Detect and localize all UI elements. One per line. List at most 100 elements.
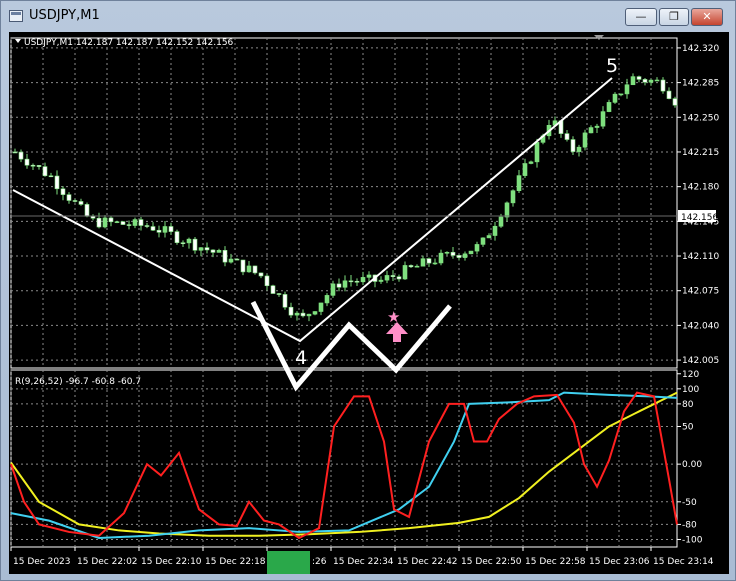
time-tick-label: 15 Dec 22:10 [141,557,202,567]
candle-body [444,251,450,254]
wave-label-4: 4 [295,347,307,369]
price-tick-label: 142.040 [682,321,719,331]
price-chart[interactable]: ★ 4 5 USDJPY,M1 142.187 142.187 142.152 … [9,32,729,574]
candle-body [234,258,240,261]
candle-body [150,226,156,231]
candle-body [624,84,630,95]
candle-body [180,242,186,244]
price-tick-label: 142.180 [682,183,719,193]
candle-body [168,226,174,232]
candle-body [456,255,462,258]
price-tick-label: 142.250 [682,113,719,123]
candle-body [570,139,576,152]
candle-body [666,90,672,99]
candle-body [246,265,252,273]
time-tick-label: 15 Dec 23:14 [653,557,714,567]
candle-body [576,146,582,152]
candle-body [342,280,348,288]
time-selection-highlight [267,551,310,574]
candle-body [240,259,246,273]
price-tick-label: 142.285 [682,79,719,89]
w-pattern-line [250,300,452,392]
candle-body [306,313,312,317]
candle-body [72,200,78,202]
terminal-window: USDJPY,M1 — ❐ ✕ ★ 4 5 USDJPY,M1 142.187 … [0,0,736,581]
candle-body [636,76,642,80]
maximize-button[interactable]: ❐ [659,8,689,26]
candle-body [60,188,66,195]
candle-body [522,163,528,176]
symbol-info-label: USDJPY,M1 142.187 142.187 142.152 142.15… [24,38,234,48]
candle-body [510,190,516,204]
candle-body [426,258,432,264]
price-axis[interactable]: 142.320 142.285 142.250 142.215 142.180 142.1… [677,44,719,366]
candle-body [378,279,384,282]
candle-body [588,127,594,134]
candle-body [450,251,456,256]
candle-body [90,216,96,219]
time-axis[interactable]: 15 Dec 2023 15 Dec 22:02 15 Dec 22:10 15 De… [10,547,714,567]
candle-body [78,201,84,205]
candle-body [582,132,588,148]
indicator-line-mid [10,391,678,539]
candle-body [258,272,264,277]
candle-body [468,250,474,255]
candle-body [132,219,138,226]
candle-body [300,312,306,317]
candle-body [216,250,222,253]
time-tick-label: 15 Dec 22:18 [205,557,266,567]
price-tick-label: 142.320 [682,44,719,54]
chart-area[interactable]: ★ 4 5 USDJPY,M1 142.187 142.187 142.152 … [9,32,729,574]
candles-group [12,73,678,322]
candle-body [594,125,600,128]
candle-body [120,221,126,225]
candle-body [630,76,636,86]
indicator-tick-label: -50 [682,498,697,508]
candle-body [18,151,24,160]
title-bar[interactable]: USDJPY,M1 — ❐ ✕ [1,1,735,31]
close-button[interactable]: ✕ [691,8,723,26]
price-tick-label: 142.075 [682,287,719,297]
candle-body [366,274,372,278]
candle-body [36,165,42,167]
candle-body [660,79,666,92]
candle-body [528,161,534,164]
candle-body [204,247,210,251]
main-plot-border [10,37,678,369]
candle-body [294,312,300,316]
time-tick-label: 15 Dec 22:42 [397,557,458,567]
candle-body [156,229,162,233]
candle-body [228,258,234,263]
current-price-label: 142.156 [681,213,718,223]
candle-body [102,217,108,228]
candle-body [654,79,660,82]
candle-body [498,216,504,227]
candle-body [222,250,228,263]
candle-body [492,225,498,236]
candle-body [606,102,612,112]
candle-body [480,237,486,245]
candle-body [282,294,288,308]
candle-body [336,283,342,288]
indicator-tick-label: 120 [682,370,699,380]
candle-body [672,98,678,106]
symbol-menu-icon[interactable] [15,39,21,43]
candle-body [474,244,480,252]
candle-body [270,285,276,294]
candle-body [348,280,354,283]
time-tick-label: 15 Dec 22:02 [77,557,138,567]
candle-body [162,226,168,233]
candle-body [114,221,120,223]
candle-body [276,293,282,295]
candle-body [618,93,624,96]
candle-body [30,164,36,167]
candle-body [504,202,510,218]
candle-body [600,111,606,127]
minimize-button[interactable]: — [625,8,657,26]
candle-body [318,302,324,312]
candle-body [390,275,396,278]
indicator-grid [10,370,677,547]
candle-body [648,79,654,83]
candle-body [210,249,216,253]
candle-body [252,265,258,274]
